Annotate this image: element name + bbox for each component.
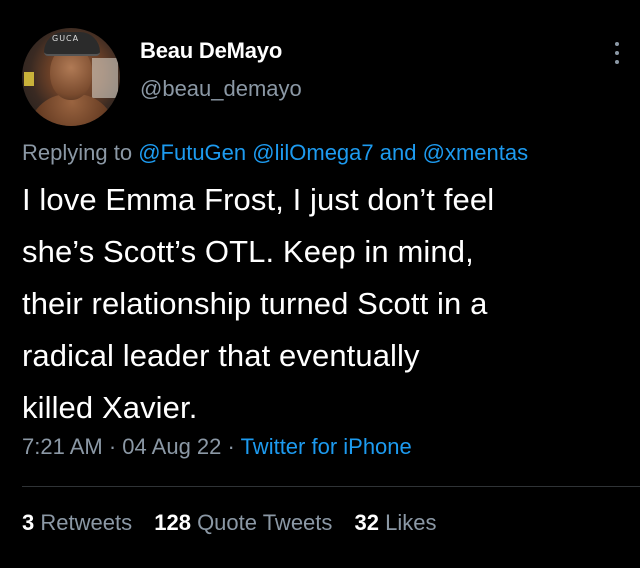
author-handle[interactable]: @beau_demayo: [140, 76, 302, 102]
tweet-date[interactable]: 04 Aug 22: [122, 434, 221, 459]
tweet-header: GUCA Beau DeMayo @beau_demayo: [22, 28, 622, 126]
avatar-cap-text: GUCA: [52, 34, 80, 43]
replying-to-label: Replying to: [22, 140, 133, 165]
avatar[interactable]: GUCA: [22, 28, 120, 126]
quote-tweets-stat[interactable]: 128 Quote Tweets: [154, 510, 338, 535]
quote-tweets-count: 128: [154, 510, 191, 535]
quote-tweets-label: Quote Tweets: [197, 510, 333, 535]
tweet-meta: 7:21 AM · 04 Aug 22 · Twitter for iPhone: [22, 434, 412, 460]
divider: [22, 486, 640, 487]
author-name[interactable]: Beau DeMayo: [140, 38, 282, 64]
tweet-time[interactable]: 7:21 AM: [22, 434, 103, 459]
likes-count: 32: [354, 510, 380, 535]
likes-stat[interactable]: 32 Likes: [355, 510, 437, 535]
retweets-stat[interactable]: 3 Retweets: [22, 510, 138, 535]
tweet-line: I love Emma Frost, I just don’t feel: [22, 182, 495, 217]
tweet-line: radical leader that eventually: [22, 338, 420, 373]
retweets-label: Retweets: [40, 510, 133, 535]
tweet-line: their relationship turned Scott in a: [22, 286, 488, 321]
avatar-background: [92, 58, 118, 98]
meta-separator: ·: [227, 434, 235, 459]
avatar-background-accent: [24, 72, 34, 86]
tweet-stats: 3 Retweets 128 Quote Tweets 32 Likes: [22, 510, 453, 536]
tweet-source[interactable]: Twitter for iPhone: [241, 434, 412, 459]
mention-futugen[interactable]: @FutuGen: [138, 140, 246, 165]
meta-separator: ·: [108, 434, 117, 459]
tweet-line: killed Xavier.: [22, 390, 198, 425]
mention-lilomega7[interactable]: @lilOmega7: [252, 140, 373, 165]
mention-xmentas[interactable]: @xmentas: [423, 140, 528, 165]
replying-to-conjunction: and: [379, 140, 417, 165]
retweets-count: 3: [22, 510, 35, 535]
replying-to: Replying to @FutuGen @lilOmega7 and @xme…: [22, 140, 528, 166]
tweet-text: I love Emma Frost, I just don’t feel she…: [22, 174, 622, 434]
likes-label: Likes: [385, 510, 437, 535]
more-vertical-icon[interactable]: [612, 42, 622, 72]
tweet-line: she’s Scott’s OTL. Keep in mind,: [22, 234, 474, 269]
